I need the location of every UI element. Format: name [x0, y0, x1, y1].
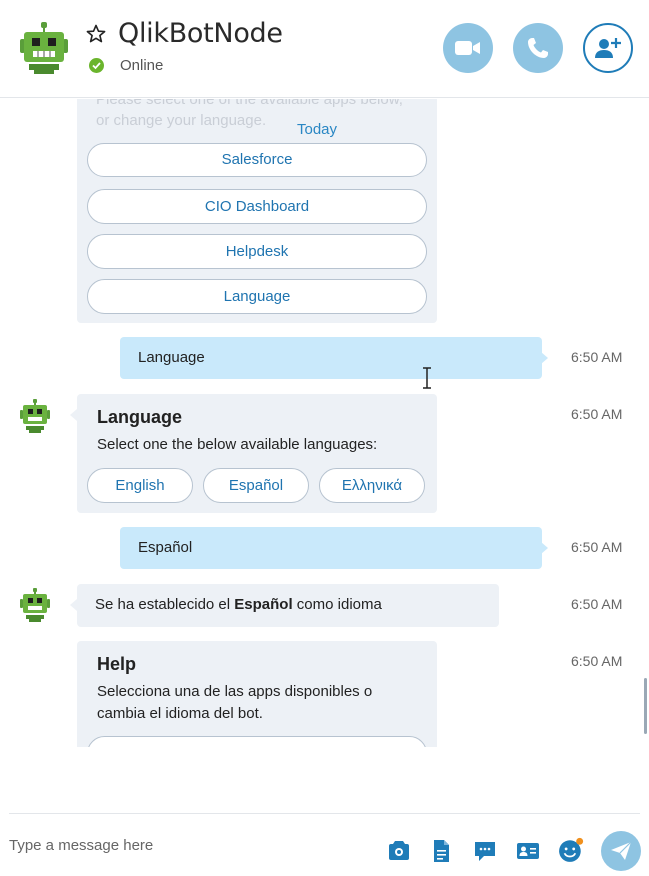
chat-header: QlikBotNode Online — [0, 0, 649, 98]
bubble-tail — [541, 542, 548, 554]
outgoing-message[interactable]: Español — [120, 527, 548, 569]
outgoing-message[interactable]: Language — [120, 337, 548, 379]
card-text: Selecciona una de las apps disponibles o — [97, 683, 373, 700]
bubble-tail — [541, 352, 548, 364]
message-list[interactable]: Please select one of the available apps … — [0, 99, 649, 747]
app-button-partial[interactable] — [87, 736, 427, 747]
message-time: 6:50 AM — [571, 539, 623, 555]
status-text: Online — [120, 57, 164, 74]
add-person-icon — [595, 38, 621, 58]
star-icon[interactable] — [86, 24, 106, 44]
message-time: 6:50 AM — [571, 596, 623, 612]
send-icon — [611, 841, 632, 860]
language-option-espanol[interactable]: Español — [203, 468, 309, 503]
bot-avatar-icon[interactable] — [20, 588, 50, 622]
video-call-button[interactable] — [443, 23, 493, 73]
media-icon[interactable] — [387, 839, 411, 863]
send-button[interactable] — [601, 831, 641, 871]
audio-call-button[interactable] — [513, 23, 563, 73]
online-status-icon — [89, 58, 104, 73]
message-time: 6:50 AM — [571, 406, 623, 422]
language-name: Español — [234, 596, 293, 613]
contact-name: QlikBotNode — [118, 18, 283, 49]
language-option-greek[interactable]: Ελληνικά — [319, 468, 425, 503]
contact-card-icon[interactable] — [516, 839, 540, 863]
app-button-salesforce[interactable]: Salesforce — [87, 143, 427, 177]
bot-avatar-icon[interactable] — [20, 399, 50, 433]
message-composer: Type a message here — [9, 813, 641, 876]
message-time: 6:50 AM — [571, 349, 623, 365]
app-button-language[interactable]: Language — [87, 279, 427, 314]
file-icon[interactable] — [429, 839, 453, 863]
message-text: Language — [138, 349, 205, 366]
bubble-tail — [70, 409, 77, 421]
bubble-tail — [70, 599, 77, 611]
text-cursor-icon — [423, 367, 431, 389]
card-text-faded: or change your language. — [96, 112, 267, 129]
card-title: Help — [97, 654, 137, 674]
scrollbar-thumb[interactable] — [644, 678, 647, 734]
language-option-english[interactable]: English — [87, 468, 193, 503]
message-text: Español — [138, 539, 193, 556]
card-text-faded: Please select one of the available apps … — [96, 99, 403, 108]
date-divider: Today — [297, 121, 338, 138]
video-icon — [455, 41, 480, 55]
app-button-helpdesk[interactable]: Helpdesk — [87, 234, 427, 269]
card-text: Select one the below available languages… — [97, 436, 378, 453]
app-button-cio-dashboard[interactable]: CIO Dashboard — [87, 189, 427, 224]
chat-bubble-icon[interactable] — [473, 839, 497, 863]
message-text: Se ha establecido el Español como idioma — [95, 596, 382, 613]
add-people-button[interactable] — [583, 23, 633, 73]
card-title: Language — [97, 407, 183, 427]
message-time: 6:50 AM — [571, 653, 623, 669]
phone-icon — [528, 38, 548, 58]
bot-avatar-icon[interactable] — [20, 22, 68, 74]
message-input[interactable]: Type a message here — [9, 837, 153, 854]
emoji-icon[interactable] — [558, 837, 584, 863]
card-text: cambia el idioma del bot. — [97, 705, 263, 722]
